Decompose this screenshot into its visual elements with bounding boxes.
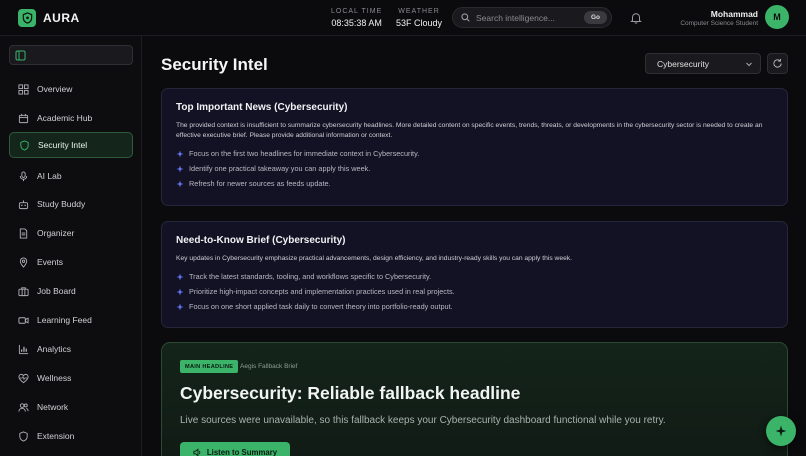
topic-select-value: Cybersecurity bbox=[657, 58, 709, 69]
headline-description: Live sources were unavailable, so this f… bbox=[180, 415, 666, 426]
sparkle-icon bbox=[176, 180, 184, 187]
sidebar-item-label: Network bbox=[37, 402, 69, 412]
card-title: Top Important News (Cybersecurity) bbox=[176, 102, 348, 113]
top-news-card: Top Important News (Cybersecurity) The p… bbox=[161, 88, 788, 206]
speaker-icon bbox=[193, 447, 201, 456]
sidebar-item-ai-lab[interactable]: AI Lab bbox=[9, 163, 133, 189]
list-item: Prioritize high-impact concepts and impl… bbox=[176, 287, 773, 296]
brand-name: AURA bbox=[43, 11, 80, 25]
sidebar-item-organizer[interactable]: Organizer bbox=[9, 220, 133, 246]
shield-icon bbox=[20, 139, 29, 151]
list-item: Focus on the first two headlines for imm… bbox=[176, 149, 773, 158]
listen-to-summary-button[interactable]: Listen to Summary bbox=[180, 442, 290, 456]
sidebar-toggle-button[interactable] bbox=[9, 45, 133, 65]
location-pin-icon bbox=[19, 256, 28, 268]
sidebar-item-label: Job Board bbox=[37, 286, 76, 296]
need-to-know-card: Need-to-Know Brief (Cybersecurity) Key u… bbox=[161, 221, 788, 328]
card-body: The provided context is insufficient to … bbox=[176, 122, 763, 139]
avatar[interactable]: M bbox=[765, 5, 789, 29]
sparkle-icon bbox=[176, 165, 184, 172]
sidebar-item-label: Learning Feed bbox=[37, 315, 92, 325]
calendar-icon bbox=[18, 113, 29, 123]
sidebar-item-label: Security Intel bbox=[38, 140, 88, 150]
sparkle-icon bbox=[775, 425, 787, 437]
sidebar-toggle-icon bbox=[15, 50, 26, 61]
sidebar-item-label: Academic Hub bbox=[37, 113, 93, 123]
sidebar-item-label: Extension bbox=[37, 431, 75, 441]
weather-label: WEATHER bbox=[398, 8, 440, 15]
sparkle-icon bbox=[176, 150, 184, 157]
sidebar-item-extension[interactable]: Extension bbox=[9, 423, 133, 449]
sidebar-item-label: Events bbox=[37, 257, 63, 267]
bell-icon[interactable] bbox=[629, 11, 643, 25]
headline-title: Cybersecurity: Reliable fallback headlin… bbox=[180, 383, 521, 403]
top-bar: AURA LOCAL TIME 08:35:38 AM WEATHER 53F … bbox=[0, 0, 806, 36]
user-role: Computer Science Student bbox=[680, 20, 758, 27]
topic-select[interactable]: Cybersecurity bbox=[645, 53, 761, 74]
sidebar-item-study-buddy[interactable]: Study Buddy bbox=[9, 191, 133, 217]
sidebar-item-analytics[interactable]: Analytics bbox=[9, 336, 133, 362]
sidebar-item-label: AI Lab bbox=[37, 171, 62, 181]
users-icon bbox=[18, 402, 29, 412]
search-input[interactable] bbox=[476, 12, 586, 23]
sidebar-item-wellness[interactable]: Wellness bbox=[9, 365, 133, 391]
search-bar: Go bbox=[452, 7, 612, 28]
bar-chart-icon bbox=[18, 344, 29, 354]
search-icon bbox=[461, 13, 470, 22]
local-time-widget: LOCAL TIME 08:35:38 AM bbox=[331, 8, 382, 28]
video-icon bbox=[18, 316, 29, 324]
list-item: Refresh for newer sources as feeds updat… bbox=[176, 179, 773, 188]
list-item: Identify one practical takeaway you can … bbox=[176, 164, 773, 173]
sidebar-item-learning-feed[interactable]: Learning Feed bbox=[9, 307, 133, 333]
sidebar-item-security-intel[interactable]: Security Intel bbox=[9, 132, 133, 158]
sparkle-icon bbox=[176, 288, 184, 295]
sidebar-item-label: Study Buddy bbox=[37, 199, 86, 209]
list-item: Focus on one short applied task daily to… bbox=[176, 302, 773, 311]
bot-icon bbox=[18, 199, 29, 209]
sidebar-item-events[interactable]: Events bbox=[9, 249, 133, 275]
list-item: Track the latest standards, tooling, and… bbox=[176, 272, 773, 281]
grid-icon bbox=[18, 83, 29, 95]
sidebar-item-overview[interactable]: Overview bbox=[9, 76, 133, 102]
local-time-value: 08:35:38 AM bbox=[331, 18, 382, 28]
heart-pulse-icon bbox=[18, 373, 29, 383]
shield-icon bbox=[19, 430, 28, 442]
main-headline-card: MAIN HEADLINE Aegis Fallback Brief Cyber… bbox=[161, 342, 788, 456]
sidebar-item-label: Overview bbox=[37, 84, 73, 94]
headline-source: Aegis Fallback Brief bbox=[240, 363, 298, 370]
shield-icon bbox=[18, 9, 36, 27]
sidebar-item-label: Wellness bbox=[37, 373, 72, 383]
weather-widget: WEATHER 53F Cloudy bbox=[396, 8, 442, 28]
card-title: Need-to-Know Brief (Cybersecurity) bbox=[176, 235, 346, 246]
document-icon bbox=[19, 227, 28, 239]
assistant-fab-button[interactable] bbox=[766, 416, 796, 446]
sidebar-item-label: Analytics bbox=[37, 344, 72, 354]
local-time-label: LOCAL TIME bbox=[331, 8, 383, 15]
sparkle-icon bbox=[176, 303, 184, 310]
chevron-down-icon bbox=[746, 62, 752, 67]
sidebar: Overview Academic Hub Security Intel AI … bbox=[0, 36, 142, 456]
search-go-button[interactable]: Go bbox=[583, 11, 607, 24]
main-headline-badge: MAIN HEADLINE bbox=[180, 360, 239, 373]
card-body: Key updates in Cybersecurity emphasize p… bbox=[176, 255, 572, 262]
weather-value: 53F Cloudy bbox=[396, 18, 443, 28]
refresh-icon bbox=[773, 58, 782, 68]
sidebar-item-network[interactable]: Network bbox=[9, 394, 133, 420]
sidebar-item-academic-hub[interactable]: Academic Hub bbox=[9, 105, 133, 131]
user-name: Mohammad bbox=[710, 9, 758, 19]
page-title: Security Intel bbox=[161, 55, 268, 74]
briefcase-icon bbox=[18, 286, 29, 296]
sparkle-icon bbox=[176, 273, 184, 280]
sidebar-item-job-board[interactable]: Job Board bbox=[9, 278, 133, 304]
refresh-button[interactable] bbox=[767, 53, 788, 74]
mic-icon bbox=[19, 170, 28, 181]
sidebar-item-label: Organizer bbox=[37, 228, 75, 238]
